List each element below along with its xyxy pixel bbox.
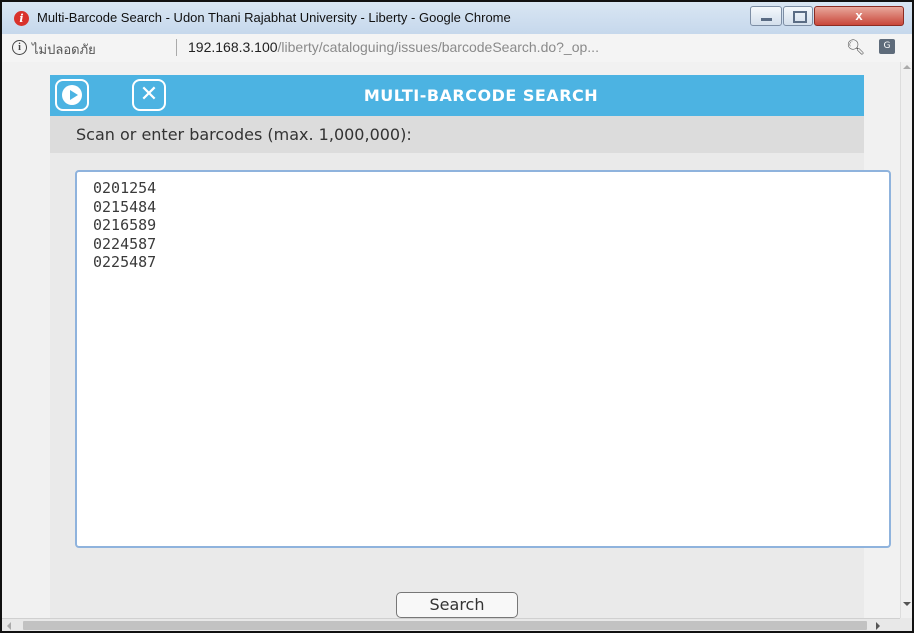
- scrollbar-corner: [900, 618, 912, 631]
- address-bar[interactable]: i ไม่ปลอดภัย 192.168.3.100/liberty/catal…: [2, 34, 912, 63]
- info-icon[interactable]: i: [12, 40, 27, 55]
- zoom-icon[interactable]: 🔍︎: [846, 38, 865, 56]
- url[interactable]: 192.168.3.100/liberty/cataloguing/issues…: [188, 39, 599, 55]
- browser-window: i Multi-Barcode Search - Udon Thani Raja…: [0, 0, 914, 633]
- chrome-icon: i: [14, 11, 29, 26]
- horizontal-scroll-thumb[interactable]: [23, 621, 867, 630]
- maximize-button[interactable]: [783, 6, 813, 26]
- multi-barcode-dialog: ✕ MULTI-BARCODE SEARCH Scan or enter bar…: [50, 75, 891, 620]
- scroll-up-icon[interactable]: [903, 65, 911, 69]
- vertical-scrollbar[interactable]: [900, 62, 912, 618]
- url-host: 192.168.3.100: [188, 39, 278, 55]
- window-close-button[interactable]: x: [814, 6, 904, 26]
- title-bar: i Multi-Barcode Search - Udon Thani Raja…: [2, 2, 912, 34]
- window-title: Multi-Barcode Search - Udon Thani Rajabh…: [37, 10, 511, 25]
- scroll-down-icon[interactable]: [903, 602, 911, 606]
- search-button[interactable]: Search: [396, 592, 518, 618]
- security-label[interactable]: ไม่ปลอดภัย: [32, 39, 96, 60]
- horizontal-scrollbar[interactable]: [2, 618, 900, 631]
- address-separator: [176, 39, 177, 56]
- page-content: ✕ MULTI-BARCODE SEARCH Scan or enter bar…: [2, 62, 900, 620]
- scroll-right-icon[interactable]: [876, 622, 880, 630]
- dialog-title: MULTI-BARCODE SEARCH: [363, 86, 599, 105]
- minimize-button[interactable]: [750, 6, 782, 26]
- url-path: /liberty/cataloguing/issues/barcodeSearc…: [277, 39, 599, 55]
- prompt-bar: Scan or enter barcodes (max. 1,000,000):: [50, 116, 864, 153]
- barcode-textarea[interactable]: 0201254 0215484 0216589 0224587 0225487: [75, 170, 891, 548]
- barcode-prompt: Scan or enter barcodes (max. 1,000,000):: [76, 125, 412, 144]
- maximize-icon: [793, 11, 807, 23]
- minimize-icon: [761, 18, 772, 21]
- translate-icon[interactable]: G: [879, 39, 895, 54]
- scroll-left-icon[interactable]: [7, 622, 11, 630]
- dialog-header: ✕ MULTI-BARCODE SEARCH: [50, 75, 864, 116]
- close-x-icon: x: [855, 8, 863, 23]
